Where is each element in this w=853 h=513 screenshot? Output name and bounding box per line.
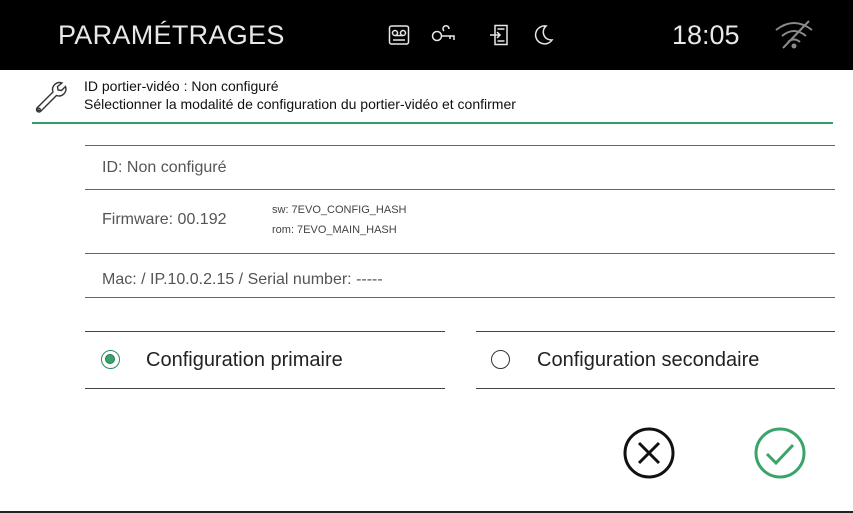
device-id-status: ID portier-vidéo : Non configuré xyxy=(84,78,279,94)
divider xyxy=(85,331,445,332)
primary-config-label[interactable]: Configuration primaire xyxy=(146,349,343,372)
secondary-config-radio[interactable] xyxy=(491,350,510,369)
network-info: Mac: / IP.10.0.2.15 / Serial number: ---… xyxy=(102,271,383,288)
clock: 18:05 xyxy=(672,20,740,50)
rom-info: rom: 7EVO_MAIN_HASH xyxy=(272,224,397,236)
divider xyxy=(476,388,835,389)
divider xyxy=(85,145,835,146)
page-title: PARAMÉTRAGES xyxy=(58,20,285,50)
primary-config-radio[interactable] xyxy=(101,350,120,369)
id-info: ID: Non configuré xyxy=(102,159,227,176)
divider xyxy=(85,189,835,190)
header-divider xyxy=(32,122,833,124)
divider xyxy=(85,297,835,298)
sw-info: sw: 7EVO_CONFIG_HASH xyxy=(272,204,407,216)
top-bar: PARAMÉTRAGES 18:05 xyxy=(0,0,853,70)
key-icon xyxy=(431,23,457,47)
door-entry-icon xyxy=(487,23,511,47)
divider xyxy=(476,331,835,332)
divider xyxy=(85,253,835,254)
wrench-icon xyxy=(32,80,68,116)
voicemail-icon xyxy=(387,23,411,47)
moon-icon xyxy=(531,23,555,47)
cancel-button[interactable] xyxy=(621,425,677,481)
instruction-text: Sélectionner la modalité de configuratio… xyxy=(84,96,516,112)
divider xyxy=(85,388,445,389)
config-header: ID portier-vidéo : Non configuré Sélecti… xyxy=(32,70,833,124)
wifi-off-icon xyxy=(773,18,815,50)
confirm-button[interactable] xyxy=(752,425,808,481)
firmware-info: Firmware: 00.192 xyxy=(102,211,227,228)
secondary-config-label[interactable]: Configuration secondaire xyxy=(537,349,759,372)
